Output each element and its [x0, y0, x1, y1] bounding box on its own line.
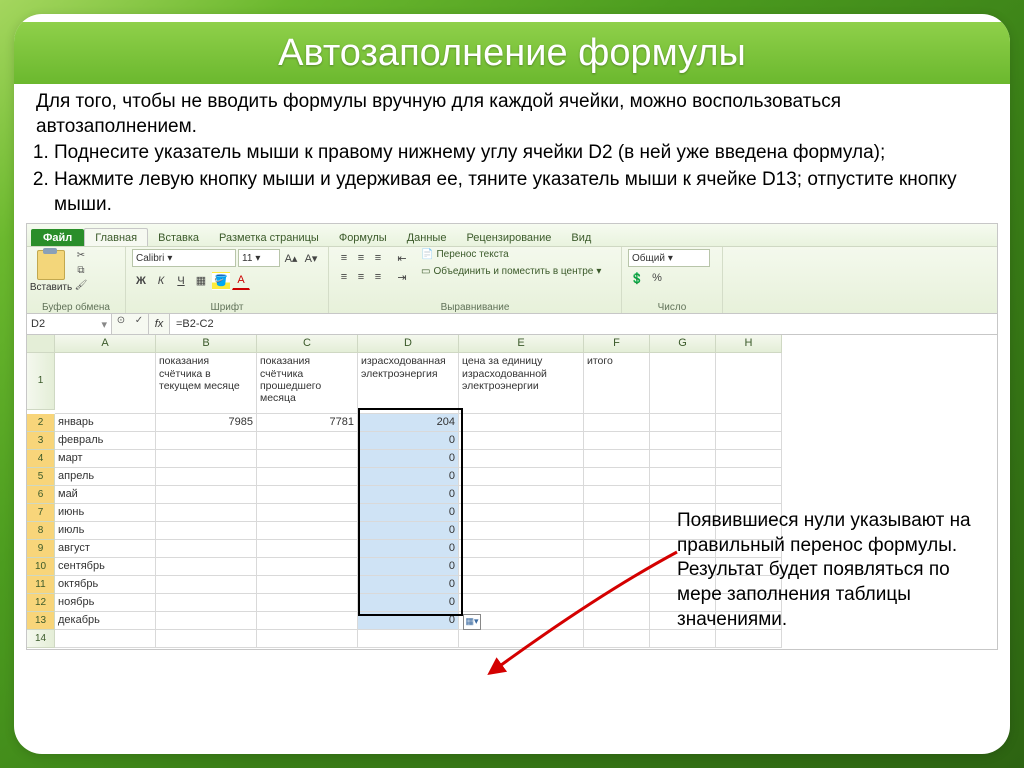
step-2: Нажмите левую кнопку мыши и удерживая ее…	[54, 168, 1010, 217]
currency-icon[interactable]: 💲	[628, 269, 646, 287]
paste-button[interactable]: Вставить	[33, 249, 69, 293]
formula-bar: D2▾ ⊙✓ fx =B2-C2	[27, 314, 997, 335]
clipboard-group-label: Буфер обмена	[33, 302, 119, 313]
intro-text: Для того, чтобы не вводить формулы вручн…	[14, 84, 1010, 139]
tab-home[interactable]: Главная	[84, 228, 148, 246]
copy-icon[interactable]: ⧉	[73, 264, 89, 278]
shrink-font-icon[interactable]: A▾	[302, 249, 320, 267]
font-select[interactable]: Calibri▾	[132, 249, 236, 267]
formula-input[interactable]: =B2-C2	[170, 314, 997, 334]
tab-formulas[interactable]: Формулы	[329, 229, 397, 246]
fx-icon[interactable]: fx	[149, 314, 170, 334]
tab-data[interactable]: Данные	[397, 229, 457, 246]
border-icon[interactable]: ▦	[192, 272, 210, 290]
paste-label: Вставить	[30, 282, 72, 293]
increase-indent-icon[interactable]: ⇥	[393, 268, 411, 286]
font-size-select[interactable]: 11▾	[238, 249, 280, 267]
ribbon-body: Вставить ✂ ⧉ 🖌 Буфер обмена Calibri▾ 11▾…	[27, 247, 997, 314]
italic-icon[interactable]: К	[152, 272, 170, 290]
tab-review[interactable]: Рецензирование	[456, 229, 561, 246]
slide-title: Автозаполнение формулы	[14, 22, 1010, 84]
percent-icon[interactable]: %	[648, 269, 666, 287]
annotation-text: Появившиеся нули указывают на правильный…	[677, 509, 987, 632]
name-box[interactable]: D2▾	[27, 314, 112, 334]
number-group-label: Число	[628, 302, 716, 313]
font-color-icon[interactable]: A	[232, 271, 250, 290]
cut-icon[interactable]: ✂	[73, 249, 89, 263]
underline-icon[interactable]: Ч	[172, 272, 190, 290]
paste-icon	[37, 250, 65, 280]
format-painter-icon[interactable]: 🖌	[73, 279, 89, 293]
autofill-options-icon[interactable]: ▦▾	[463, 614, 481, 630]
grow-font-icon[interactable]: A▴	[282, 249, 300, 267]
merge-center-button[interactable]: ▭Объединить и поместить в центре▾	[421, 266, 601, 277]
steps-list: Поднесите указатель мыши к правому нижне…	[14, 141, 1010, 217]
font-group-label: Шрифт	[132, 302, 322, 313]
fill-color-icon[interactable]: 🪣	[212, 272, 230, 290]
tab-view[interactable]: Вид	[561, 229, 601, 246]
ribbon-tabs: Файл Главная Вставка Разметка страницы Ф…	[27, 224, 997, 247]
tab-file[interactable]: Файл	[31, 229, 84, 246]
bold-icon[interactable]: Ж	[132, 272, 150, 290]
tab-insert[interactable]: Вставка	[148, 229, 209, 246]
wrap-text-button[interactable]: 📄Перенос текста	[421, 249, 601, 260]
decrease-indent-icon[interactable]: ⇤	[393, 249, 411, 267]
align-buttons[interactable]: ≡≡≡ ≡≡≡	[335, 249, 385, 286]
tab-page-layout[interactable]: Разметка страницы	[209, 229, 329, 246]
number-format-select[interactable]: Общий▾	[628, 249, 710, 267]
alignment-group-label: Выравнивание	[335, 302, 615, 313]
step-1: Поднесите указатель мыши к правому нижне…	[54, 141, 1010, 166]
